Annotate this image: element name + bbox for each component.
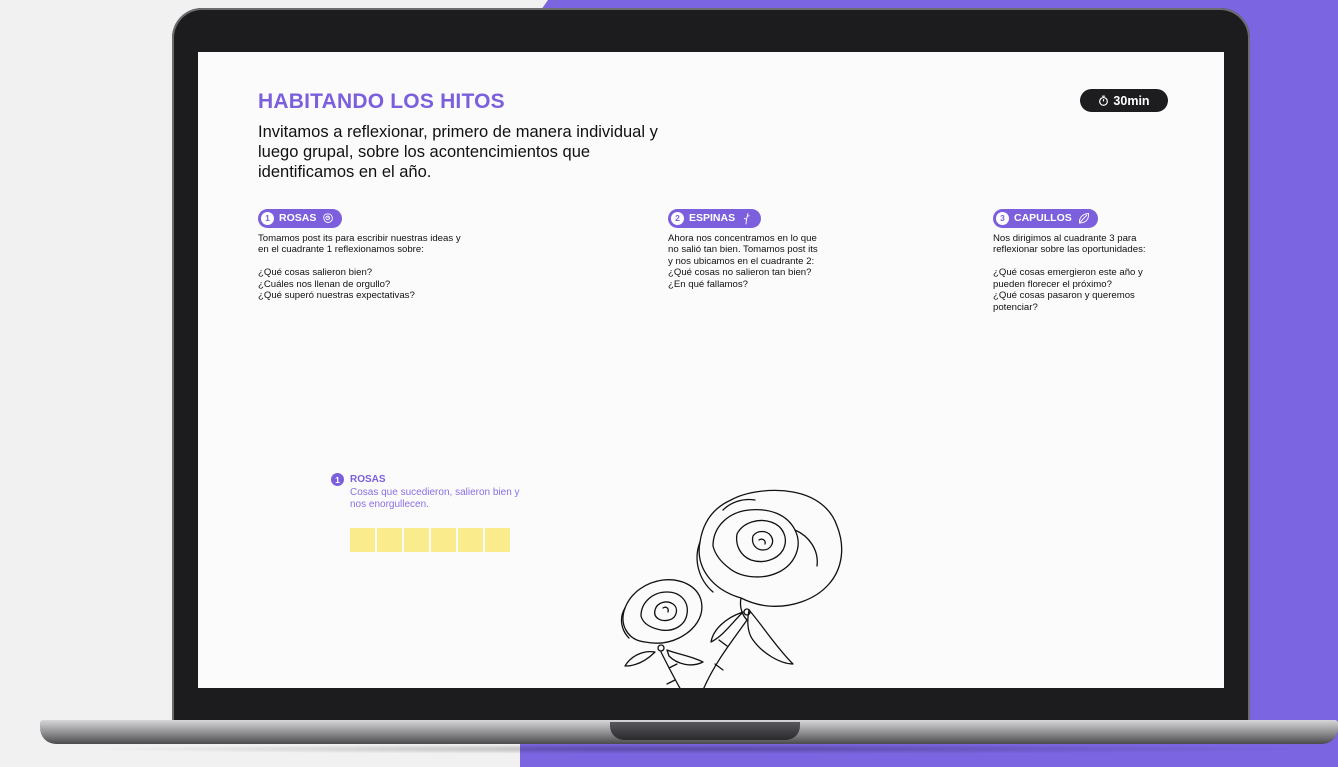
stopwatch-icon — [1099, 95, 1109, 106]
bud-icon — [1078, 212, 1089, 223]
section-capullos: 3 CAPULLOS Nos dirigimos al cuadrante 3 … — [993, 208, 1213, 314]
intro-text: Invitamos a reflexionar, primero de mane… — [258, 123, 658, 181]
section-badge-capullos: 3 CAPULLOS — [993, 208, 1098, 228]
roses-illustration — [620, 489, 843, 688]
section-text-capullos: Nos dirigimos al cuadrante 3 para reflex… — [993, 232, 1146, 314]
section-label: ROSAS — [279, 212, 317, 224]
timer-label: 30min — [1113, 93, 1150, 108]
postit-note[interactable] — [404, 528, 429, 552]
postit-note[interactable] — [485, 528, 510, 552]
timer-badge: 30min — [1080, 89, 1168, 112]
laptop-screen: HABITANDO LOS HITOS Invitamos a reflexio… — [198, 52, 1224, 688]
postit-note[interactable] — [458, 528, 483, 552]
section-label: ESPINAS — [689, 212, 736, 224]
rose-icon — [323, 212, 334, 223]
section-text-rosas: Tomamos post its para escribir nuestras … — [258, 232, 461, 302]
section-number: 1 — [261, 211, 274, 225]
section-text-espinas: Ahora nos concentramos en lo que no sali… — [668, 232, 818, 290]
page-title: HABITANDO LOS HITOS — [258, 90, 505, 113]
board-legend: 1 ROSAS Cosas que sucedieron, salieron b… — [331, 473, 531, 511]
section-rosas: 1 ROSAS Tomamos post its para escribir n… — [258, 208, 528, 302]
legend-subtitle: Cosas que sucedieron, salieron bien y no… — [350, 487, 520, 510]
laptop-shadow — [80, 744, 1310, 754]
thorn-icon — [744, 212, 750, 224]
postit-note[interactable] — [350, 528, 375, 552]
postit-note[interactable] — [377, 528, 402, 552]
section-number: 2 — [671, 211, 684, 225]
postit-row — [350, 528, 510, 552]
section-number: 3 — [996, 211, 1009, 225]
section-badge-rosas: 1 ROSAS — [258, 208, 343, 228]
laptop-notch — [610, 722, 800, 740]
section-label: CAPULLOS — [1014, 212, 1072, 224]
section-badge-espinas: 2 ESPINAS — [668, 208, 762, 228]
legend-title: ROSAS — [350, 474, 386, 485]
legend-number: 1 — [331, 473, 344, 486]
postit-note[interactable] — [431, 528, 456, 552]
section-espinas: 2 ESPINAS Ahora nos concentramos en lo q… — [668, 208, 888, 290]
